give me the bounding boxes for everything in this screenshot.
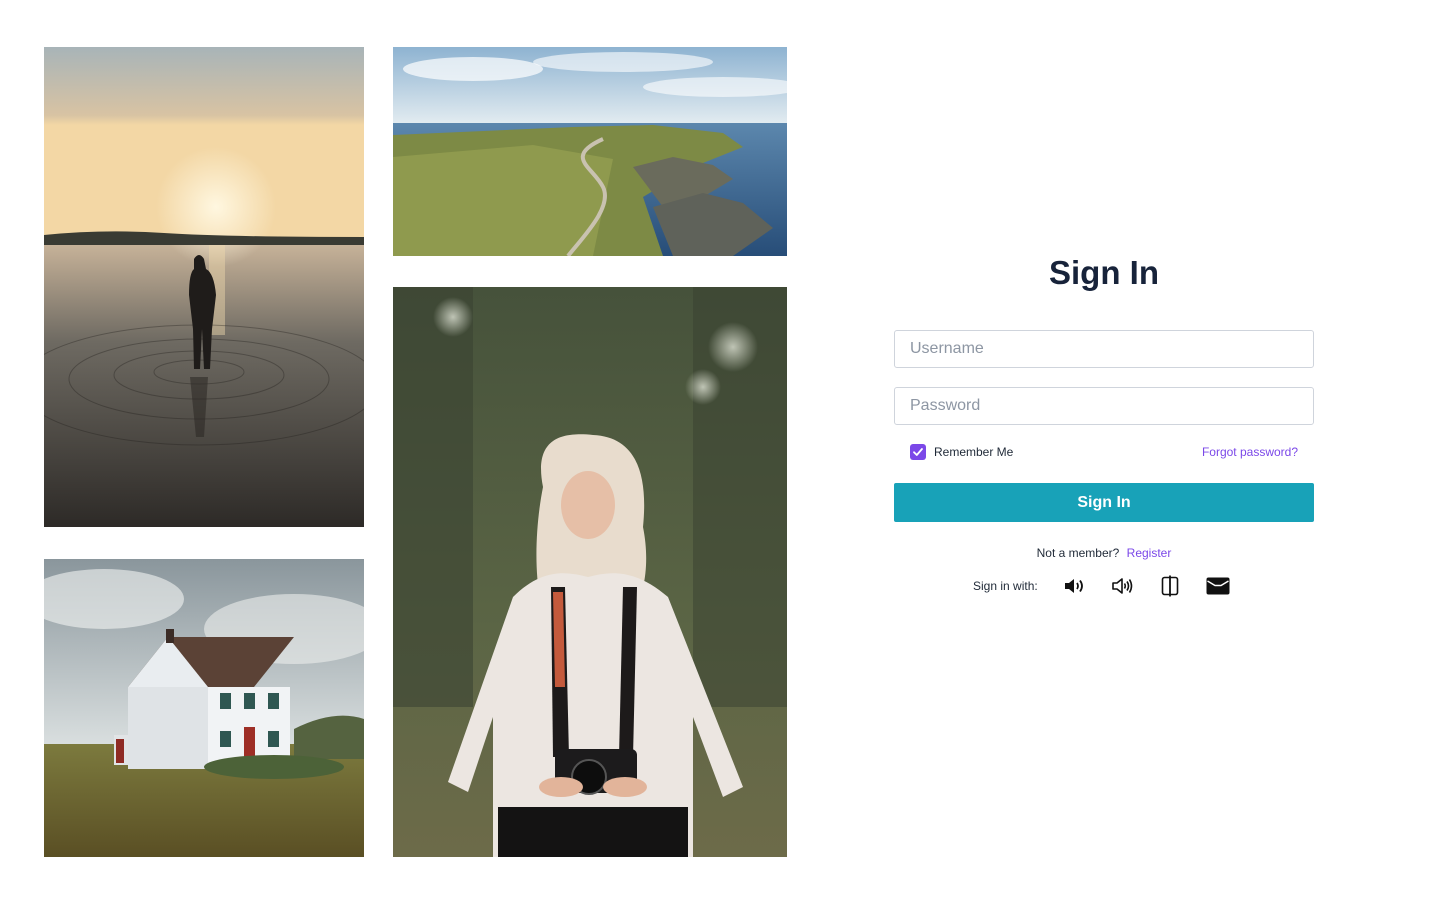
sign-in-page: Sign In Remember Me Forgot password? Sig…: [0, 0, 1440, 899]
volume-loud-icon: [1111, 578, 1133, 594]
social-wallet-button[interactable]: [1206, 574, 1230, 598]
sunset-lake-photo: [44, 47, 364, 527]
sign-in-button[interactable]: Sign In: [894, 483, 1314, 522]
register-row: Not a member? Register: [894, 545, 1314, 561]
password-input[interactable]: [894, 387, 1314, 425]
not-member-text: Not a member?: [1036, 546, 1120, 560]
options-row: Remember Me Forgot password?: [894, 444, 1314, 460]
social-volume-button[interactable]: [1062, 574, 1086, 598]
social-signin-label: Sign in with:: [973, 579, 1038, 593]
sign-in-form: Sign In Remember Me Forgot password? Sig…: [894, 250, 1314, 598]
social-signin-row: Sign in with:: [894, 574, 1314, 598]
remember-me-checkbox[interactable]: [910, 444, 926, 460]
check-icon: [913, 448, 923, 456]
page-title: Sign In: [1049, 254, 1159, 291]
social-volume-loud-button[interactable]: [1110, 574, 1134, 598]
white-house-photo: [44, 559, 364, 857]
volume-icon: [1064, 579, 1083, 593]
forgot-password-link[interactable]: Forgot password?: [1202, 445, 1298, 459]
woman-camera-photo: [393, 287, 787, 857]
social-split-view-button[interactable]: [1158, 574, 1182, 598]
split-view-icon: [1161, 575, 1179, 597]
wallet-icon: [1206, 577, 1230, 595]
register-link[interactable]: Register: [1127, 546, 1172, 560]
remember-me-label: Remember Me: [934, 445, 1014, 459]
remember-me-toggle[interactable]: Remember Me: [910, 444, 1013, 460]
username-input[interactable]: [894, 330, 1314, 368]
coastline-photo: [393, 47, 787, 256]
